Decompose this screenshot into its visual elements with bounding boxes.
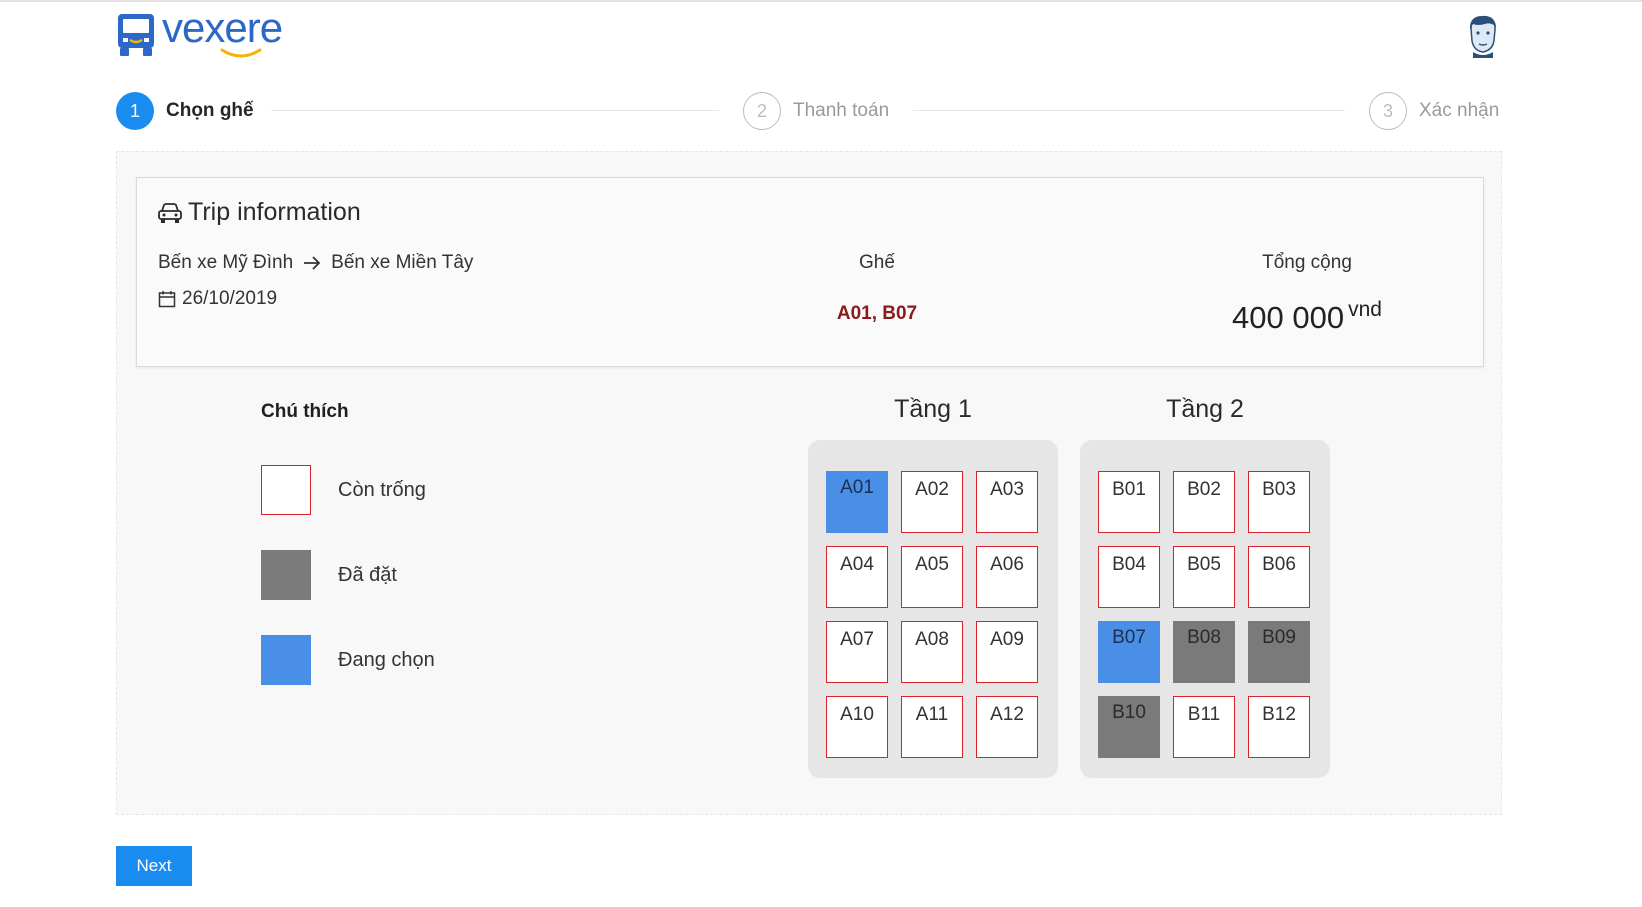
next-button[interactable]: Next: [116, 846, 192, 886]
seat-B02[interactable]: B02: [1173, 471, 1235, 533]
date-text: 26/10/2019: [182, 288, 278, 309]
legend-swatch-available: [261, 465, 311, 515]
floor-1-title: Tầng 1: [894, 395, 972, 423]
seat-B05[interactable]: B05: [1173, 546, 1235, 608]
selected-seats: A01, B07: [836, 303, 918, 324]
step-number: 1: [116, 92, 154, 130]
floor-2-title: Tầng 2: [1166, 395, 1244, 423]
legend-swatch-selected: [261, 635, 311, 685]
legend-label: Đang chọn: [338, 648, 435, 671]
user-avatar-icon[interactable]: [1463, 14, 1503, 58]
bus-logo-icon: [118, 13, 154, 56]
seat-A04[interactable]: A04: [826, 546, 888, 608]
trip-info-card: Trip information Bến xe Mỹ Đình Bến xe M…: [136, 177, 1484, 367]
seat-B03[interactable]: B03: [1248, 471, 1310, 533]
total-price: 400 000 vnd: [1177, 298, 1437, 336]
step-label: Thanh toán: [793, 100, 890, 121]
seat-B06[interactable]: B06: [1248, 546, 1310, 608]
floor-1-seat-map: A01 A02 A03 A04 A05 A06 A07 A08 A09 A10 …: [808, 440, 1058, 778]
route-to: Bến xe Miền Tây: [331, 252, 474, 273]
car-icon: [158, 202, 182, 223]
step-number: 2: [743, 92, 781, 130]
seat-B12[interactable]: B12: [1248, 696, 1310, 758]
seat-A12[interactable]: A12: [976, 696, 1038, 758]
step-choose-seat[interactable]: 1 Chọn ghế: [116, 91, 254, 131]
seat-header: Ghế: [859, 252, 895, 273]
seat-A05[interactable]: A05: [901, 546, 963, 608]
seat-A07[interactable]: A07: [826, 621, 888, 683]
seat-B10[interactable]: B10: [1098, 696, 1160, 758]
step-label: Xác nhận: [1419, 100, 1500, 121]
trip-route: Bến xe Mỹ Đình Bến xe Miền Tây: [158, 252, 473, 274]
total-amount: 400 000: [1232, 300, 1345, 335]
total-header: Tổng cộng: [1262, 252, 1352, 273]
seat-B04[interactable]: B04: [1098, 546, 1160, 608]
step-number: 3: [1369, 92, 1407, 130]
step-confirm[interactable]: 3 Xác nhận: [1369, 91, 1499, 131]
seat-B07[interactable]: B07: [1098, 621, 1160, 683]
seat-A08[interactable]: A08: [901, 621, 963, 683]
trip-date: 26/10/2019: [158, 288, 277, 310]
seat-A09[interactable]: A09: [976, 621, 1038, 683]
step-connector: [271, 110, 719, 111]
step-label: Chọn ghế: [166, 100, 254, 121]
seat-B11[interactable]: B11: [1173, 696, 1235, 758]
legend-item-selected: Đang chọn: [261, 635, 435, 685]
seat-B09[interactable]: B09: [1248, 621, 1310, 683]
legend-swatch-booked: [261, 550, 311, 600]
legend-item-available: Còn trống: [261, 465, 426, 515]
checkout-steps: 1 Chọn ghế 2 Thanh toán 3 Xác nhận: [116, 91, 1503, 131]
route-from: Bến xe Mỹ Đình: [158, 252, 294, 273]
step-payment[interactable]: 2 Thanh toán: [743, 91, 889, 131]
calendar-icon: [158, 291, 176, 308]
currency-unit: vnd: [1348, 298, 1382, 321]
trip-title-text: Trip information: [188, 198, 361, 226]
seat-A11[interactable]: A11: [901, 696, 963, 758]
legend-label: Còn trống: [338, 478, 426, 501]
logo-smile-icon: [220, 48, 262, 58]
vexere-logo[interactable]: vexere: [116, 4, 283, 58]
step-connector: [913, 110, 1345, 111]
seat-A10[interactable]: A10: [826, 696, 888, 758]
seat-A01[interactable]: A01: [826, 471, 888, 533]
seat-A06[interactable]: A06: [976, 546, 1038, 608]
legend-item-booked: Đã đặt: [261, 550, 397, 600]
logo-text: vexere: [162, 4, 283, 51]
top-border: [0, 0, 1642, 2]
legend-label: Đã đặt: [338, 563, 397, 586]
seat-B01[interactable]: B01: [1098, 471, 1160, 533]
trip-title: Trip information: [157, 198, 361, 227]
seat-B08[interactable]: B08: [1173, 621, 1235, 683]
arrow-right-icon: [304, 256, 321, 270]
legend-title: Chú thích: [261, 401, 349, 422]
floor-2-seat-map: B01 B02 B03 B04 B05 B06 B07 B08 B09 B10 …: [1080, 440, 1330, 778]
seat-A02[interactable]: A02: [901, 471, 963, 533]
seat-A03[interactable]: A03: [976, 471, 1038, 533]
